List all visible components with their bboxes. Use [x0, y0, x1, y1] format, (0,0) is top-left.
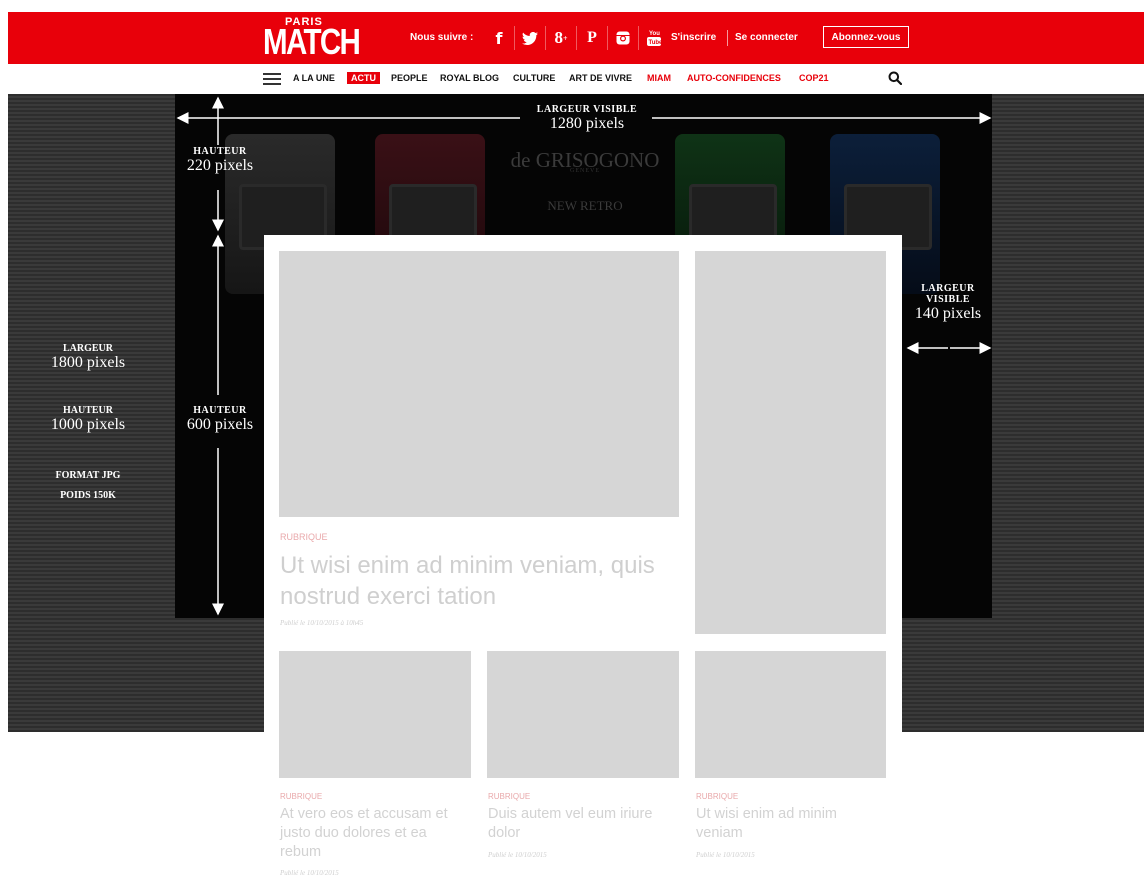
article-rubrique[interactable]: RUBRIQUE	[280, 792, 322, 801]
main-article-image[interactable]	[279, 251, 679, 517]
divider	[727, 30, 728, 46]
main-nav: A LA UNE ACTU PEOPLE ROYAL BLOG CULTURE …	[8, 64, 1144, 94]
social-icons: f 8 + P You Tube	[484, 26, 669, 50]
ad-brand-sub: GENEVE	[570, 168, 600, 174]
logo-match-text: MATCH	[263, 21, 361, 62]
article-title[interactable]: Ut wisi enim ad minim veniam	[696, 805, 886, 843]
google-plus-icon[interactable]: 8 +	[545, 26, 576, 50]
article-image[interactable]	[695, 651, 886, 778]
twitter-icon[interactable]	[514, 26, 545, 50]
pinterest-icon[interactable]: P	[576, 26, 607, 50]
facebook-icon[interactable]: f	[484, 26, 514, 50]
subscribe-button[interactable]: Abonnez-vous	[823, 26, 909, 48]
nav-item-miam[interactable]: MIAM	[647, 73, 671, 83]
left-largeur-annotation: LARGEUR 1800 pixels	[50, 343, 126, 371]
content-panel: RUBRIQUE Ut wisi enim ad minim veniam, q…	[264, 235, 902, 888]
main-article-title[interactable]: Ut wisi enim ad minim veniam, quis nostr…	[280, 550, 680, 612]
article-meta: Publié le 10/10/2015	[280, 869, 339, 877]
article-image[interactable]	[279, 651, 471, 778]
format-annotation: FORMAT JPG	[55, 470, 121, 481]
article-meta: Publié le 10/10/2015	[696, 851, 755, 859]
login-link[interactable]: Se connecter	[735, 32, 798, 43]
largeur-side-annotation: LARGEUR VISIBLE 140 pixels	[914, 283, 982, 322]
article-meta: Publié le 10/10/2015	[488, 851, 547, 859]
nav-item-royal-blog[interactable]: ROYAL BLOG	[440, 73, 499, 83]
ad-tagline: NEW RETRO	[547, 198, 623, 213]
main-article-rubrique[interactable]: RUBRIQUE	[280, 532, 328, 542]
side-ad-image[interactable]	[695, 251, 886, 634]
nav-item-culture[interactable]: CULTURE	[513, 73, 555, 83]
main-article-meta: Publié le 10/10/2015 à 10h45	[280, 619, 364, 627]
menu-icon[interactable]	[263, 73, 281, 85]
nav-item-auto-confidences[interactable]: AUTO-CONFIDENCES	[687, 73, 781, 83]
svg-text:Tube: Tube	[649, 40, 663, 46]
nav-item-actu[interactable]: ACTU	[347, 72, 380, 84]
top-bar: PARIS MATCH Nous suivre : f 8 + P You Tube…	[8, 12, 1144, 64]
article-rubrique[interactable]: RUBRIQUE	[488, 792, 530, 801]
paris-match-logo[interactable]: PARIS MATCH	[263, 16, 361, 62]
nav-item-people[interactable]: PEOPLE	[391, 73, 428, 83]
largeur-visible-annotation: LARGEUR VISIBLE 1280 pixels	[536, 104, 638, 132]
hauteur-mid-annotation: HAUTEUR 600 pixels	[186, 405, 254, 433]
nav-item-a-la-une[interactable]: A LA UNE	[293, 73, 335, 83]
nav-item-art-de-vivre[interactable]: ART DE VIVRE	[569, 73, 632, 83]
article-title[interactable]: At vero eos et accusam et justo duo dolo…	[280, 805, 470, 862]
article-rubrique[interactable]: RUBRIQUE	[696, 792, 738, 801]
nav-item-cop21[interactable]: COP21	[799, 73, 829, 83]
instagram-icon[interactable]	[607, 26, 638, 50]
signup-link[interactable]: S'inscrire	[671, 32, 716, 43]
article-image[interactable]	[487, 651, 679, 778]
poids-annotation: POIDS 150K	[60, 490, 116, 501]
svg-text:You: You	[649, 31, 660, 37]
search-icon[interactable]	[888, 71, 902, 85]
youtube-icon[interactable]: You Tube	[638, 26, 669, 50]
follow-label: Nous suivre :	[410, 32, 474, 43]
left-hauteur-annotation: HAUTEUR 1000 pixels	[50, 405, 126, 433]
hauteur-top-annotation: HAUTEUR 220 pixels	[186, 146, 254, 174]
article-title[interactable]: Duis autem vel eum iriure dolor	[488, 805, 678, 843]
